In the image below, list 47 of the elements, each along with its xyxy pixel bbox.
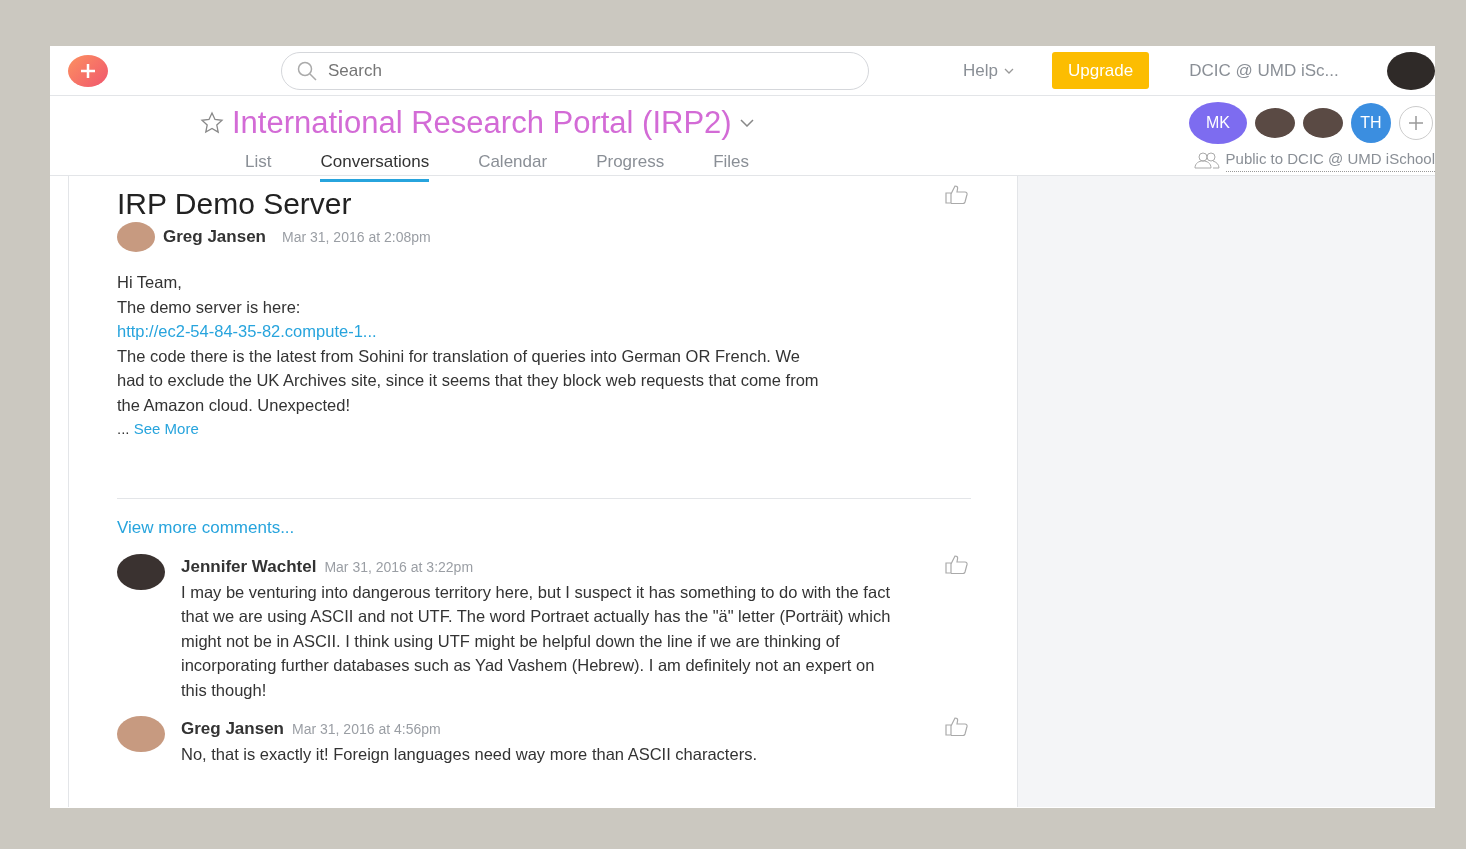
upgrade-button[interactable]: Upgrade — [1051, 51, 1150, 90]
post-date: Mar 31, 2016 at 2:08pm — [282, 227, 431, 247]
message-text: The code there is the latest from Sohini for translation of queries into German OR French. We had to exclude the UK Archives site, since it seems that they block web requests that come from the Amazon cloud. Unexpected! — [117, 345, 820, 416]
ellipsis-text: ... — [117, 420, 130, 437]
search-icon — [297, 60, 317, 81]
people-icon — [1193, 150, 1220, 169]
plus-icon — [1408, 115, 1424, 131]
member-avatar[interactable]: TH — [1351, 103, 1391, 143]
member-avatar[interactable]: MK — [1189, 102, 1247, 144]
commenter-name[interactable]: Greg Jansen — [181, 716, 284, 742]
comment-text: No, that is exactly it! Foreign languages need way more than ASCII characters. — [181, 743, 758, 765]
commenter-avatar — [117, 716, 165, 752]
commenter-name[interactable]: Jennifer Wachtel — [181, 554, 317, 580]
comment-date: Mar 31, 2016 at 3:22pm — [324, 558, 474, 577]
thumbs-up-icon[interactable] — [945, 716, 969, 736]
project-tab[interactable]: Conversations — [320, 145, 430, 182]
search-field[interactable]: Search — [281, 51, 869, 90]
author-avatar — [117, 222, 155, 252]
add-member-button[interactable] — [1399, 106, 1433, 140]
thumbs-up-icon[interactable] — [945, 554, 969, 574]
comment-date: Mar 31, 2016 at 4:56pm — [292, 720, 441, 739]
commenter-avatar — [117, 554, 165, 590]
see-more-link[interactable]: See More — [133, 420, 199, 437]
star-icon[interactable] — [200, 110, 224, 135]
view-more-comments-link[interactable]: View more comments... — [117, 517, 295, 537]
conversation-title: IRP Demo Server — [117, 186, 352, 222]
thumbs-up-icon[interactable] — [945, 184, 969, 204]
plus-icon — [80, 62, 96, 79]
author-name[interactable]: Greg Jansen — [163, 224, 266, 250]
project-tab[interactable]: Progress — [596, 145, 665, 182]
project-tab[interactable]: Files — [713, 145, 750, 182]
add-button[interactable] — [68, 54, 108, 87]
workspace-name[interactable]: DCIC @ UMD iSc... — [1189, 57, 1339, 84]
project-tab[interactable]: Calendar — [478, 145, 548, 182]
member-avatar[interactable] — [1303, 108, 1343, 138]
message-text: The demo server is here: — [117, 296, 302, 318]
chevron-down-icon — [1003, 67, 1014, 74]
chevron-down-icon[interactable] — [739, 118, 754, 127]
project-tab[interactable]: List — [245, 145, 272, 182]
help-menu[interactable]: Help — [963, 57, 1014, 84]
user-avatar[interactable] — [1387, 51, 1435, 90]
comment-text: I may be venturing into dangerous territory here, but I suspect it has something to do with the fact that we are using ASCII and not UTF. The word Portraet actually has the "ä" letter (Porträit) which might not be in ASCII. I think using UTF might be helpful down the line if we are thinking of incorporating further databases such as Yad Vashem (Hebrew). I am definitely not an expert on this though! — [181, 581, 892, 701]
member-avatar[interactable] — [1255, 108, 1295, 138]
link[interactable]: http://ec2-54-84-35-82.compute-1... — [117, 322, 377, 340]
message-text: Hi Team, — [117, 272, 183, 293]
project-title: International Research Portal (IRP2) — [232, 104, 732, 142]
visibility-link[interactable]: Public to DCIC @ UMD iSchool — [1225, 148, 1435, 172]
